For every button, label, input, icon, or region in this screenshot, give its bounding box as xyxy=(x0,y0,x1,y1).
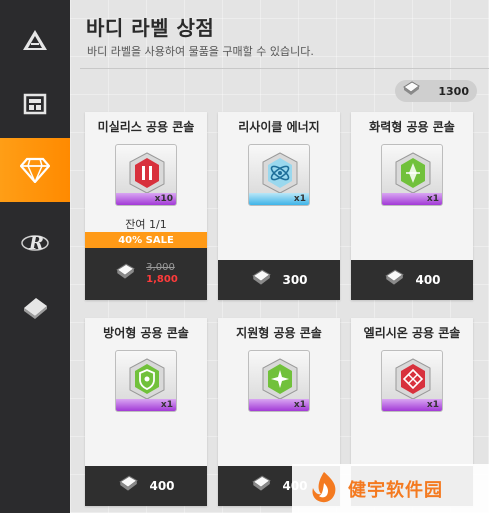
shop-item-card[interactable]: 화력형 공용 콘솔 x1 400 xyxy=(351,112,473,300)
sale-price: 1,800 xyxy=(146,274,178,285)
item-name: 미실리스 공용 콘솔 xyxy=(97,120,195,134)
item-thumbnail: x1 xyxy=(248,350,310,412)
price-bar: 3,000 1,800 xyxy=(85,248,207,300)
item-quantity: x1 xyxy=(160,400,173,410)
label-token-icon xyxy=(114,263,136,285)
watermark-text: 健宇软件园 xyxy=(348,479,443,501)
sidebar-item-shop[interactable] xyxy=(0,72,70,136)
currency-amount: 1300 xyxy=(438,84,469,98)
item-thumbnail: x1 xyxy=(115,350,177,412)
page-title: 바디 라벨 상점 xyxy=(86,16,215,40)
label-token-icon xyxy=(250,475,272,497)
shop-item-card[interactable]: 미실리스 공용 콘솔 x10 잔여 1/1 40% SALE 3,000 1,8… xyxy=(85,112,207,300)
r-emblem-icon: R xyxy=(20,229,50,255)
sidebar-item-r-emblem[interactable]: R xyxy=(0,210,70,274)
svg-text:R: R xyxy=(28,233,44,254)
sale-badge: 40% SALE xyxy=(85,232,207,248)
shop-item-card[interactable]: 리사이클 에너지 x1 300 xyxy=(218,112,340,300)
item-price: 400 xyxy=(415,273,441,287)
item-price: 400 xyxy=(149,479,175,493)
item-price: 300 xyxy=(282,273,308,287)
watermark: 健宇软件园 xyxy=(292,464,489,513)
label-token-icon xyxy=(250,269,272,291)
pyramid-icon xyxy=(21,28,49,52)
price-bar: 300 xyxy=(218,260,340,300)
elysion-console-icon xyxy=(395,358,431,400)
shop-panel: 바디 라벨 상점 바디 라벨을 사용하여 물품을 구매할 수 있습니다. 130… xyxy=(70,0,489,513)
sidebar-item-gem[interactable] xyxy=(0,138,77,202)
label-token-icon xyxy=(383,269,405,291)
currency-display: 1300 xyxy=(395,80,477,102)
sidebar-item-pyramid[interactable] xyxy=(0,8,70,72)
console-gem-icon xyxy=(129,152,165,194)
energy-atom-icon xyxy=(262,152,298,194)
flame-logo-icon xyxy=(306,469,342,509)
item-name: 엘리시온 공용 콘솔 xyxy=(363,326,461,340)
card-stack-icon xyxy=(20,294,50,320)
item-thumbnail: x1 xyxy=(248,144,310,206)
sidebar: R xyxy=(0,0,77,513)
header-divider xyxy=(80,68,489,69)
price-bar: 400 xyxy=(351,260,473,300)
sidebar-item-card-stack[interactable] xyxy=(0,275,70,339)
item-thumbnail: x1 xyxy=(381,144,443,206)
label-token-icon xyxy=(401,81,421,101)
item-name: 지원형 공용 콘솔 xyxy=(236,326,322,340)
original-price: 3,000 xyxy=(146,262,175,273)
gem-icon xyxy=(20,157,50,183)
item-name: 방어형 공용 콘솔 xyxy=(103,326,189,340)
remaining-count: 잔여 1/1 xyxy=(125,218,167,231)
defense-console-icon xyxy=(129,358,165,400)
support-console-icon xyxy=(262,358,298,400)
item-name: 리사이클 에너지 xyxy=(238,120,320,134)
label-token-icon xyxy=(117,475,139,497)
item-name: 화력형 공용 콘솔 xyxy=(369,120,455,134)
item-thumbnail: x10 xyxy=(115,144,177,206)
shop-item-card[interactable]: 방어형 공용 콘솔 x1 400 xyxy=(85,318,207,506)
item-quantity: x1 xyxy=(293,400,306,410)
shop-icon xyxy=(23,92,47,116)
item-quantity: x1 xyxy=(293,194,306,204)
page-subtitle: 바디 라벨을 사용하여 물품을 구매할 수 있습니다. xyxy=(87,45,314,58)
item-thumbnail: x1 xyxy=(381,350,443,412)
firepower-console-icon xyxy=(395,152,431,194)
price-bar: 400 xyxy=(85,466,207,506)
item-quantity: x1 xyxy=(426,194,439,204)
item-quantity: x10 xyxy=(154,194,173,204)
item-quantity: x1 xyxy=(426,400,439,410)
